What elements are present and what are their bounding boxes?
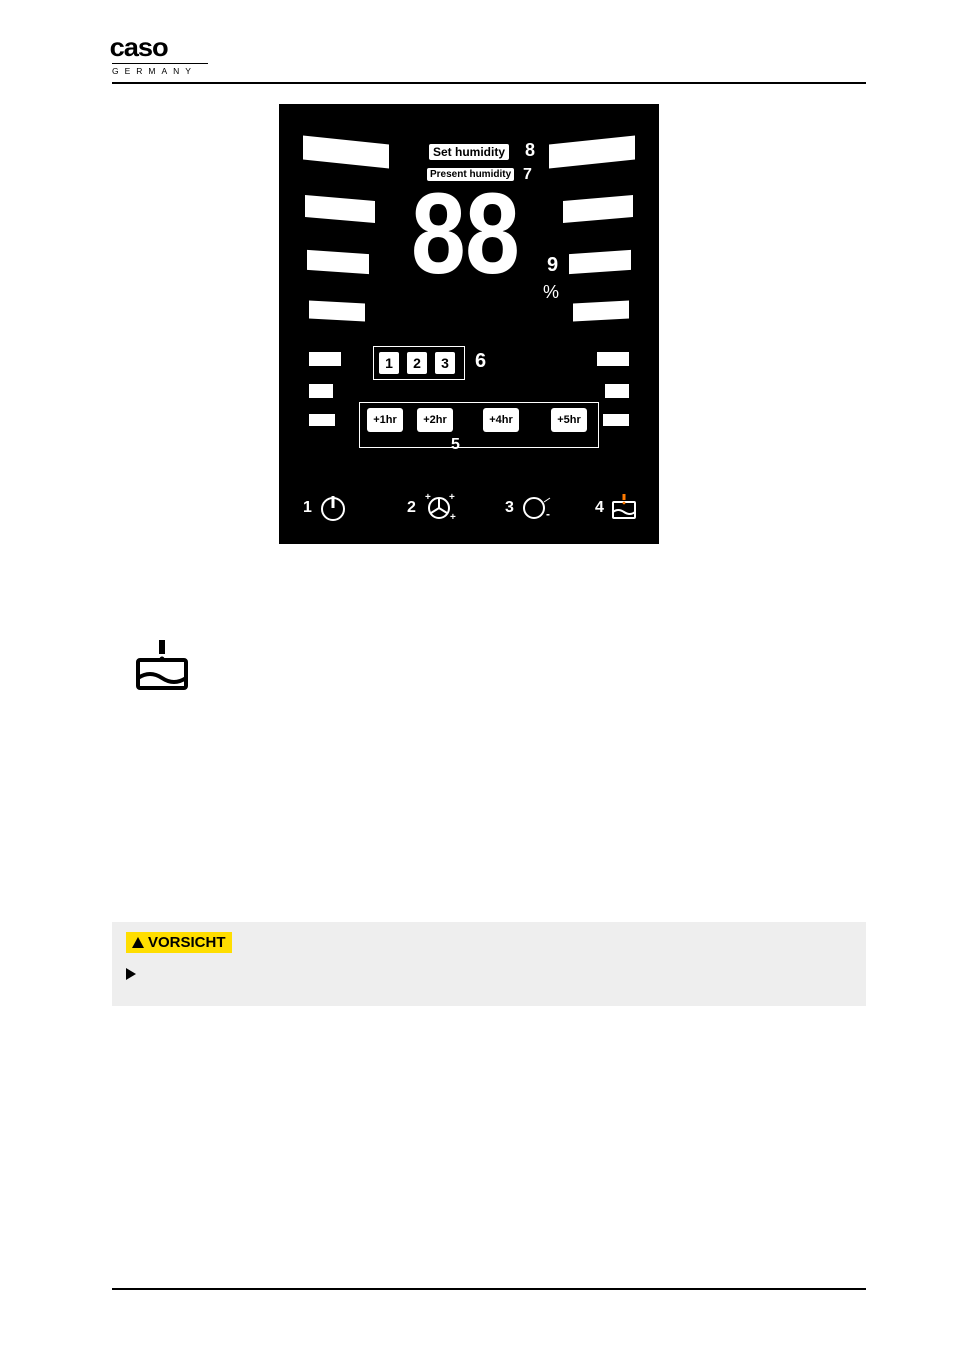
tick-right — [597, 352, 629, 366]
svg-text:+: + — [450, 512, 456, 522]
caution-box: VORSICHT — [112, 922, 866, 1006]
logo-divider — [112, 63, 208, 64]
caution-badge: VORSICHT — [126, 932, 232, 953]
svg-text:-: - — [546, 507, 550, 521]
tick-right — [605, 384, 629, 398]
percent-symbol: % — [543, 282, 559, 303]
callout-9: 9 — [547, 254, 558, 277]
tick-left — [309, 384, 333, 398]
warning-triangle-icon — [132, 937, 144, 948]
tick-left — [305, 195, 375, 223]
mode-box: 1 — [379, 352, 399, 374]
fan-icon: + + + — [422, 492, 456, 522]
svg-text:+: + — [425, 492, 431, 503]
tick-left — [309, 414, 335, 426]
bullet-arrow-icon — [126, 968, 136, 980]
brand-logo: caso GERMANY — [112, 36, 208, 76]
tick-left — [309, 352, 341, 366]
header-rule — [112, 82, 866, 84]
tick-right — [573, 301, 629, 322]
callout-2: 2 — [407, 499, 416, 516]
tick-right — [603, 414, 629, 426]
humidity-digits: 88 — [409, 182, 517, 302]
caution-bullet — [126, 967, 852, 984]
lcd-panel: Set humidity Present humidity 8 7 9 88 %… — [279, 104, 659, 544]
brand-wordmark: caso — [110, 36, 211, 59]
lcd-figure: Set humidity Present humidity 8 7 9 88 %… — [112, 104, 826, 544]
tank-full-icon — [610, 492, 638, 522]
footer-rule — [112, 1288, 866, 1290]
tick-left — [307, 250, 369, 274]
panel-icon-4: 4 — [595, 492, 638, 522]
svg-text:+: + — [449, 492, 455, 503]
panel-icon-3: 3 - — [505, 492, 552, 522]
callout-8: 8 — [525, 140, 535, 161]
callout-7: 7 — [523, 166, 532, 184]
callout-6: 6 — [475, 350, 486, 373]
callout-5: 5 — [451, 436, 460, 454]
timer-box: +1hr — [367, 408, 403, 432]
tank-full-icon — [132, 638, 192, 694]
power-icon — [318, 492, 348, 522]
tick-right — [563, 195, 633, 223]
text-gap — [112, 572, 866, 632]
minus-icon: - — [520, 492, 552, 522]
callout-3: 3 — [505, 499, 514, 516]
panel-icon-1: 1 — [303, 492, 348, 522]
page: caso GERMANY Set humidity Present humidi… — [0, 0, 954, 1350]
text-gap — [112, 698, 866, 918]
brand-subline: GERMANY — [112, 66, 208, 76]
tick-right — [569, 250, 631, 274]
tick-right — [549, 136, 635, 169]
timer-box: +2hr — [417, 408, 453, 432]
tank-icon-inline — [132, 638, 866, 698]
timer-box: +5hr — [551, 408, 587, 432]
panel-icon-2: 2 + + + — [407, 492, 456, 522]
callout-1: 1 — [303, 499, 312, 516]
set-humidity-label: Set humidity — [429, 144, 509, 160]
timer-box: +4hr — [483, 408, 519, 432]
tick-left — [303, 136, 389, 169]
mode-box: 3 — [435, 352, 455, 374]
mode-box: 2 — [407, 352, 427, 374]
callout-4: 4 — [595, 499, 604, 516]
caution-label: VORSICHT — [148, 934, 226, 951]
tick-left — [309, 301, 365, 322]
